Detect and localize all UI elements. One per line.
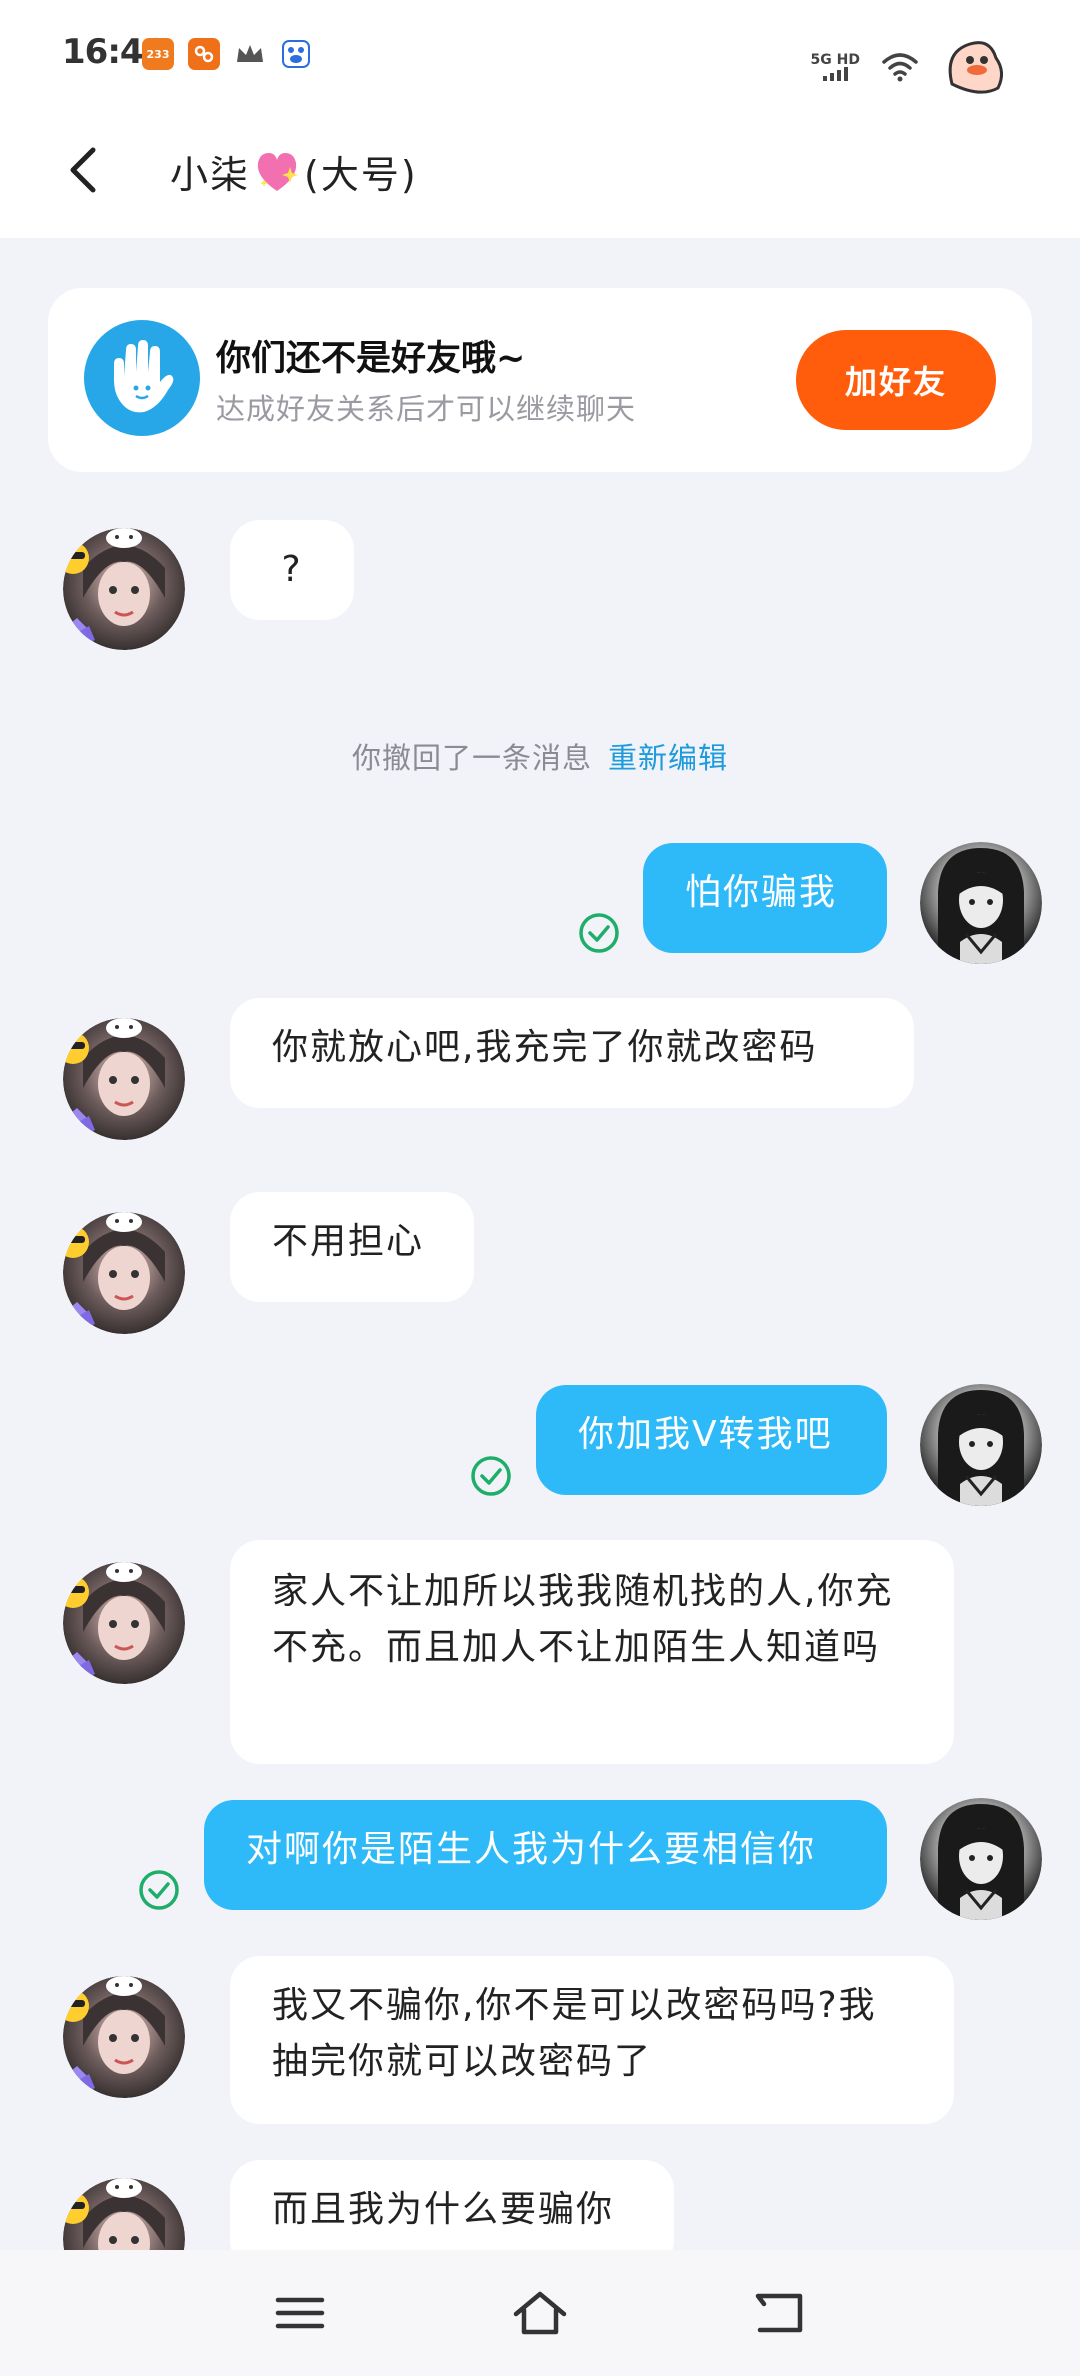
title-name: 小柒 (170, 153, 251, 197)
crown-icon (234, 38, 266, 70)
message-bubble-incoming[interactable]: 家人不让加所以我我随机找的人,你充不充。而且加人不让加陌生人知道吗 (230, 1540, 954, 1764)
sparkling-heart-icon (257, 152, 299, 191)
read-check-icon (470, 1455, 512, 1497)
my-avatar[interactable] (920, 1798, 1042, 1920)
banner-title: 你们还不是好友哦~ (216, 339, 526, 379)
my-avatar[interactable] (920, 1384, 1042, 1506)
not-friends-banner: 你们还不是好友哦~ 达成好友关系后才可以继续聊天 加好友 (48, 288, 1032, 472)
notification-icons: 233 (142, 38, 312, 70)
read-check-icon (138, 1869, 180, 1911)
system-status: 5G HD (811, 32, 1010, 102)
title-suffix: (大号) (304, 153, 418, 197)
chevron-left-icon[interactable] (55, 140, 115, 200)
contact-avatar[interactable] (63, 528, 185, 650)
signal-icon: 5G HD (811, 53, 860, 81)
add-friend-button[interactable]: 加好友 (796, 330, 996, 430)
recalled-text: 你撤回了一条消息 (351, 741, 592, 775)
contact-avatar[interactable] (63, 1976, 185, 2098)
message-bubble-incoming[interactable]: ? (230, 520, 354, 620)
message-bubble-incoming[interactable]: 我又不骗你,你不是可以改密码吗?我抽完你就可以改密码了 (230, 1956, 954, 2124)
message-bubble-outgoing[interactable]: 你加我V转我吧 (536, 1385, 887, 1495)
hand-wave-icon (84, 320, 200, 436)
reedit-link[interactable]: 重新编辑 (608, 741, 728, 775)
contact-avatar[interactable] (63, 1018, 185, 1140)
wifi-icon (882, 53, 918, 82)
duck-avatar-icon[interactable] (940, 32, 1010, 102)
system-nav-bar (0, 2250, 1080, 2376)
baidu-icon (280, 38, 312, 70)
recalled-notice: 你撤回了一条消息 重新编辑 (0, 735, 1080, 777)
app-orange-icon (188, 38, 220, 70)
message-bubble-incoming[interactable]: 你就放心吧,我充完了你就改密码 (230, 998, 914, 1108)
contact-avatar[interactable] (63, 1562, 185, 1684)
home-icon[interactable] (512, 2288, 568, 2338)
message-bubble-incoming[interactable]: 不用担心 (230, 1192, 474, 1302)
banner-subtitle: 达成好友关系后才可以继续聊天 (216, 392, 637, 426)
my-avatar[interactable] (920, 842, 1042, 964)
contact-avatar[interactable] (63, 1212, 185, 1334)
message-bubble-outgoing[interactable]: 怕你骗我 (643, 843, 887, 953)
app-233-icon: 233 (142, 38, 174, 70)
status-bar: 16:46 233 5G HD (0, 0, 1080, 110)
back-icon[interactable] (752, 2288, 808, 2338)
read-check-icon (578, 912, 620, 954)
chat-title: 小柒 (大号) (170, 144, 418, 199)
message-bubble-outgoing[interactable]: 对啊你是陌生人我为什么要相信你 (204, 1800, 887, 1910)
menu-icon[interactable] (272, 2288, 328, 2338)
chat-header: 小柒 (大号) (0, 110, 1080, 238)
